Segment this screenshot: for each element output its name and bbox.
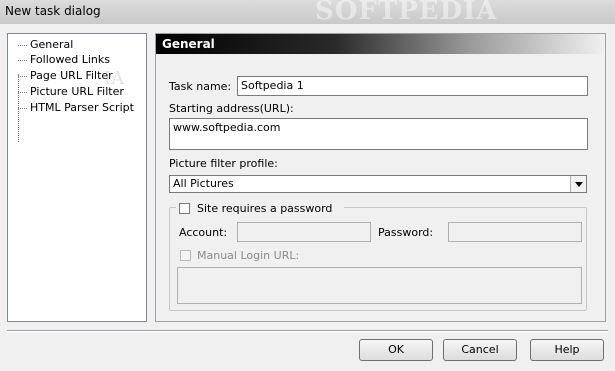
tree-item-label: Followed Links <box>30 53 111 66</box>
starting-address-label: Starting address(URL): <box>169 102 294 115</box>
manual-login-label: Manual Login URL: <box>197 249 300 262</box>
starting-address-input[interactable]: www.softpedia.com <box>169 118 588 150</box>
window-title: New task dialog <box>5 4 101 18</box>
password-label: Password: <box>378 226 434 239</box>
help-button[interactable]: Help <box>530 339 604 361</box>
general-panel: General Task name: Softpedia 1 Starting … <box>155 33 606 322</box>
password-group-legend[interactable]: Site requires a password <box>176 202 344 216</box>
cancel-button[interactable]: Cancel <box>443 339 517 361</box>
tree-item-label: Page URL Filter <box>30 69 113 82</box>
panel-title: General <box>162 37 215 51</box>
manual-login-checkbox[interactable] <box>180 250 191 261</box>
password-input[interactable] <box>448 222 582 242</box>
picture-filter-label: Picture filter profile: <box>169 157 278 170</box>
settings-tree: IA General Followed Links Page URL Filte… <box>7 33 147 322</box>
chevron-down-icon[interactable] <box>570 176 586 192</box>
picture-filter-value: All Pictures <box>173 177 234 190</box>
footer-divider <box>7 330 608 332</box>
tree-item-label: General <box>30 38 74 51</box>
picture-filter-select[interactable]: All Pictures <box>169 175 587 193</box>
watermark: SOFTPEDIA <box>315 0 498 24</box>
task-name-label: Task name: <box>169 80 232 93</box>
manual-login-input[interactable] <box>177 267 582 304</box>
site-password-checkbox[interactable] <box>179 203 190 214</box>
task-name-input[interactable]: Softpedia 1 <box>237 76 588 96</box>
ok-button[interactable]: OK <box>359 339 433 361</box>
panel-header: General <box>156 34 605 54</box>
account-input[interactable] <box>237 222 371 242</box>
account-label: Account: <box>179 226 228 239</box>
tree-item-label: HTML Parser Script <box>30 101 134 114</box>
site-password-label: Site requires a password <box>197 202 333 215</box>
tree-item-label: Picture URL Filter <box>30 85 124 98</box>
title-bar: New task dialog SOFTPEDIA <box>0 0 615 24</box>
